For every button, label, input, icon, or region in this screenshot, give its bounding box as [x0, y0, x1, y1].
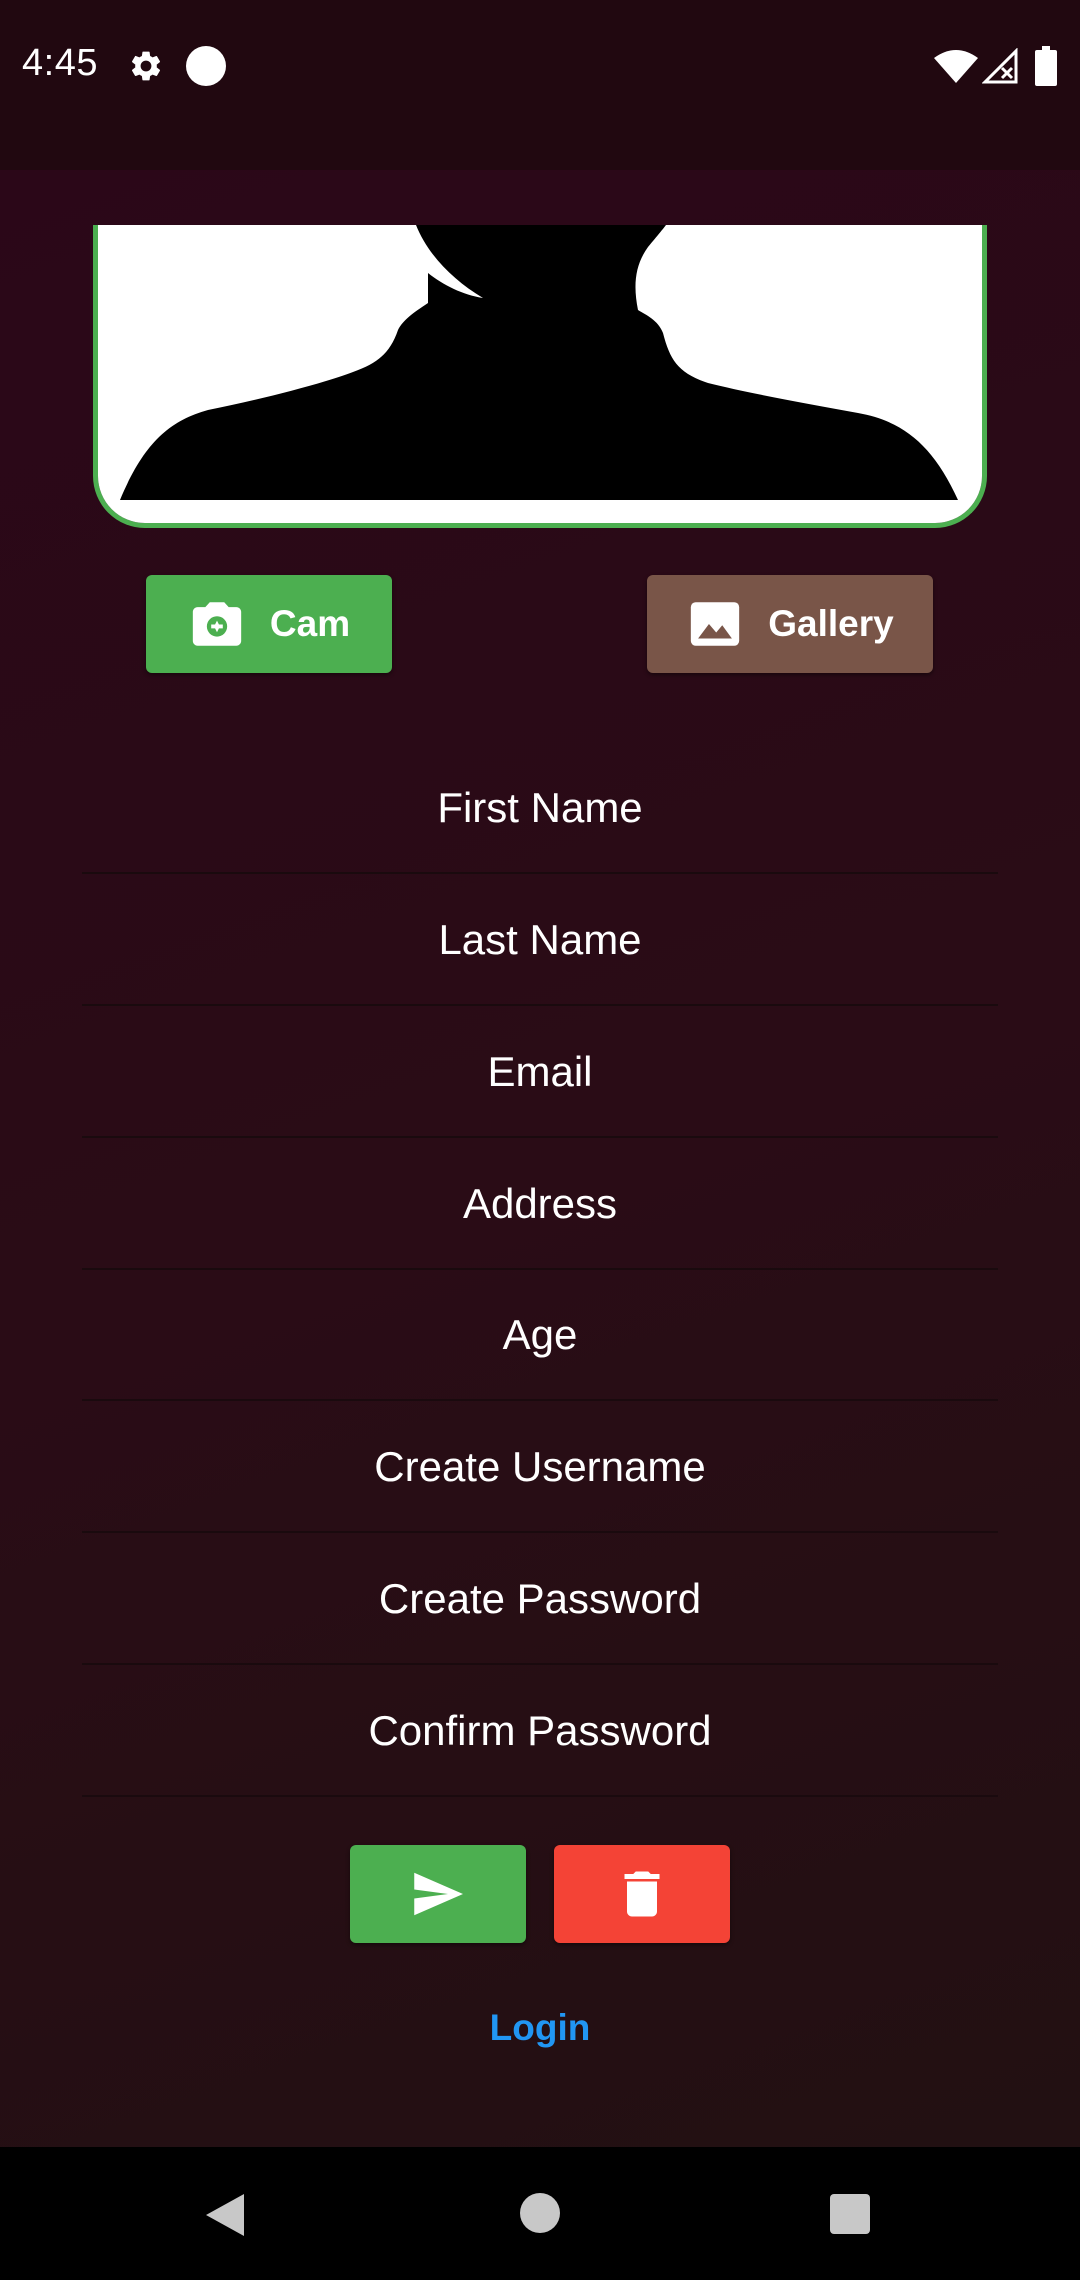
- status-time: 4:45: [22, 42, 98, 84]
- person-silhouette-icon: [118, 225, 958, 500]
- last-name-field[interactable]: Last Name: [82, 875, 998, 1006]
- submit-button[interactable]: [350, 1845, 526, 1943]
- wifi-icon: [934, 50, 978, 83]
- navigation-bar: [0, 2147, 1080, 2280]
- email-placeholder: Email: [487, 1047, 593, 1095]
- gallery-button-label: Gallery: [768, 603, 894, 644]
- trash-icon: [624, 1871, 660, 1917]
- image-icon: [691, 602, 740, 646]
- first-name-placeholder: First Name: [437, 783, 643, 831]
- confirm-password-placeholder: Confirm Password: [368, 1706, 712, 1754]
- back-icon[interactable]: [204, 2192, 246, 2238]
- gear-icon: [131, 51, 161, 81]
- gallery-button[interactable]: Gallery: [647, 575, 933, 673]
- camera-icon: [192, 602, 242, 646]
- send-icon: [414, 1872, 463, 1916]
- email-field[interactable]: Email: [82, 1007, 998, 1138]
- username-field[interactable]: Create Username: [82, 1402, 998, 1533]
- password-field[interactable]: Create Password: [82, 1534, 998, 1665]
- address-field[interactable]: Address: [82, 1139, 998, 1270]
- age-field[interactable]: Age: [82, 1270, 998, 1401]
- username-placeholder: Create Username: [374, 1442, 706, 1490]
- status-bar: 4:45: [0, 0, 1080, 170]
- delete-button[interactable]: [554, 1845, 730, 1943]
- signup-form-area: Cam Gallery First Name Last Name Email A…: [0, 170, 1080, 2147]
- signup-screen: 4:45 Cam Gallery First Name Last Name Em…: [0, 0, 1080, 2280]
- recents-icon[interactable]: [830, 2194, 870, 2234]
- password-placeholder: Create Password: [378, 1574, 702, 1622]
- address-placeholder: Address: [462, 1179, 618, 1227]
- profile-photo-frame: [93, 225, 987, 528]
- login-link[interactable]: Login: [0, 2007, 1080, 2049]
- profile-photo: [98, 225, 982, 523]
- first-name-field[interactable]: First Name: [82, 743, 998, 874]
- confirm-password-field[interactable]: Confirm Password: [82, 1666, 998, 1797]
- cam-button-label: Cam: [269, 603, 351, 644]
- last-name-placeholder: Last Name: [438, 915, 642, 963]
- battery-icon: [1035, 46, 1057, 86]
- cam-button[interactable]: Cam: [146, 575, 392, 673]
- age-placeholder: Age: [502, 1310, 578, 1358]
- circle-dot-icon: [186, 46, 226, 86]
- home-icon[interactable]: [520, 2193, 560, 2233]
- signal-no-data-icon: [982, 48, 1018, 84]
